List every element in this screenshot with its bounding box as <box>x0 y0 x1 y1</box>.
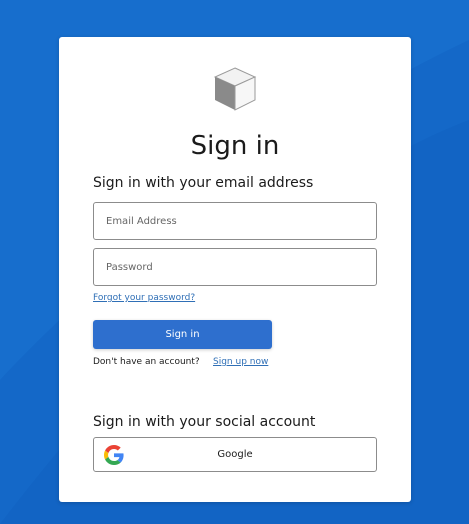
forgot-password-link[interactable]: Forgot your password? <box>93 293 195 303</box>
email-signin-heading: Sign in with your email address <box>93 175 314 191</box>
page-title: Sign in <box>190 131 280 161</box>
sign-in-button[interactable]: Sign in <box>93 320 272 349</box>
google-button-label: Google <box>217 449 253 460</box>
cube-icon <box>213 67 257 111</box>
password-field[interactable] <box>93 248 377 286</box>
email-field[interactable] <box>93 202 377 240</box>
social-signin-heading: Sign in with your social account <box>93 414 316 430</box>
no-account-text: Don't have an account? <box>93 357 200 367</box>
sign-in-card: Sign in Sign in with your email address … <box>59 37 411 502</box>
sign-up-link[interactable]: Sign up now <box>213 357 268 367</box>
google-signin-button[interactable]: Google <box>93 437 377 472</box>
